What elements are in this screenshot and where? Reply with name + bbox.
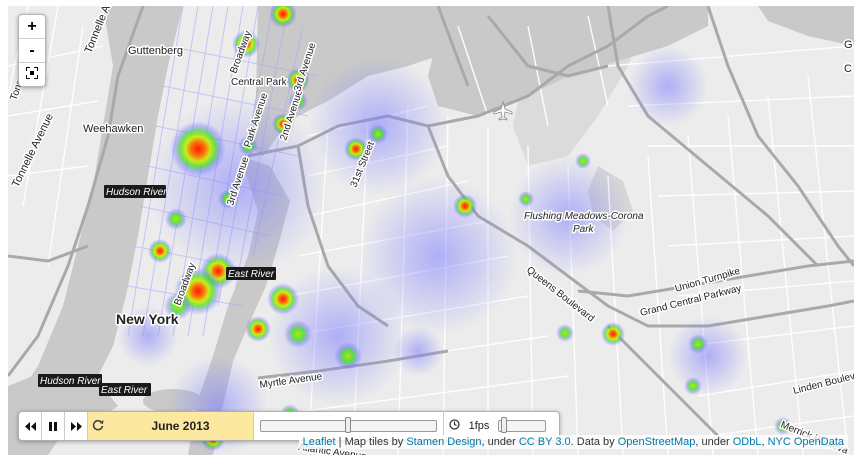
osm-link[interactable]: OpenStreetMap <box>618 436 696 448</box>
cc-link[interactable]: CC BY 3.0 <box>519 436 571 448</box>
zoom-out-button[interactable]: - <box>19 39 45 63</box>
attribution-text: , under <box>481 436 519 448</box>
map-attribution: Leaflet | Map tiles by Stamen Design, un… <box>298 435 848 449</box>
attribution-text: . Data by <box>570 436 618 448</box>
attribution-text: | Map tiles by <box>335 436 407 448</box>
label-flushing-meadows: Flushing Meadows-Corona <box>524 211 644 222</box>
fps-slider-handle[interactable] <box>500 417 507 433</box>
label-edge-c: C <box>844 63 852 75</box>
leaflet-link[interactable]: Leaflet <box>303 436 336 448</box>
label-east-river-2: East River <box>101 385 148 396</box>
step-back-icon <box>24 421 36 431</box>
fullscreen-button[interactable] <box>19 63 45 86</box>
nyc-opendata-link[interactable]: NYC OpenData <box>768 436 844 448</box>
odbl-link[interactable]: ODbL <box>733 436 762 448</box>
zoom-control: + - <box>18 14 46 87</box>
timeline-slider-handle[interactable] <box>345 417 352 433</box>
attribution-text: , under <box>695 436 733 448</box>
map-container[interactable]: Tonnelle Avenue Tonnelle Avenue Tonnelle… <box>8 6 854 455</box>
pause-button[interactable] <box>42 412 65 440</box>
label-central-park: Central Park <box>231 77 288 88</box>
label-weehawken: Weehawken <box>83 123 143 135</box>
step-forward-icon <box>70 421 82 431</box>
fps-slider[interactable] <box>498 417 546 433</box>
label-park: Park <box>573 224 595 235</box>
label-hudson-river-1: Hudson River <box>106 187 167 198</box>
label-new-york: New York <box>116 311 179 327</box>
label-east-river-1: East River <box>228 269 275 280</box>
label-hudson-river-2: Hudson River <box>40 376 101 387</box>
stamen-link[interactable]: Stamen Design <box>406 436 481 448</box>
timeline-date-box: June 2013 <box>88 412 254 440</box>
step-back-button[interactable] <box>19 412 42 440</box>
timeline-date: June 2013 <box>151 419 210 433</box>
label-edge-g: G <box>844 39 853 51</box>
zoom-in-button[interactable]: + <box>19 15 45 39</box>
refresh-icon[interactable] <box>88 418 108 434</box>
pause-icon <box>49 421 57 431</box>
base-map[interactable]: Tonnelle Avenue Tonnelle Avenue Tonnelle… <box>8 6 854 455</box>
fullscreen-icon <box>25 66 39 80</box>
clock-icon <box>444 419 464 433</box>
timeline-slider[interactable] <box>260 417 437 433</box>
fps-label: 1fps <box>468 420 490 432</box>
step-forward-button[interactable] <box>65 412 88 440</box>
label-guttenberg: Guttenberg <box>128 45 183 57</box>
